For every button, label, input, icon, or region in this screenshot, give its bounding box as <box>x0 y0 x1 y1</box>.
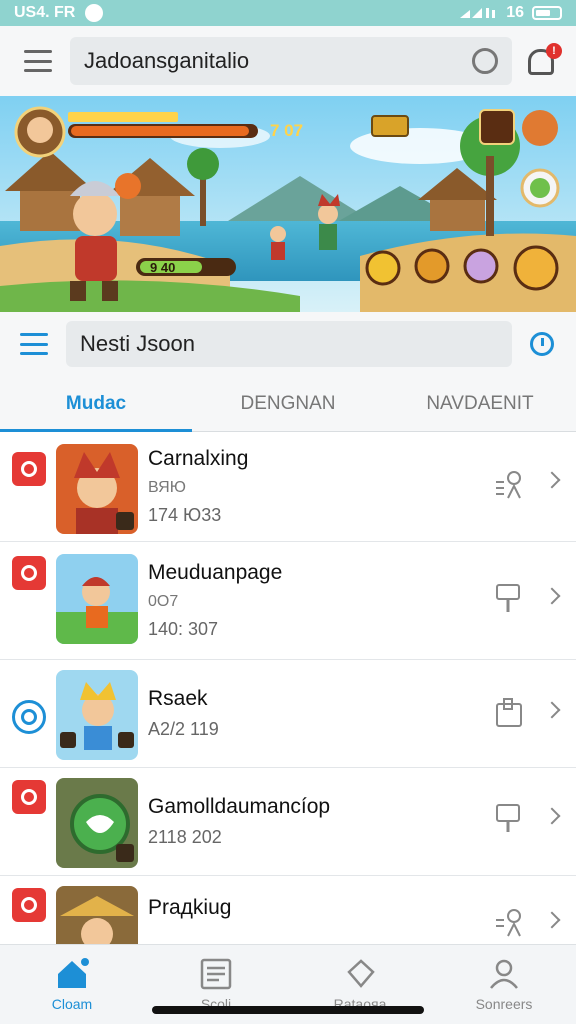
list-item-title: Gamolldaumancíop <box>148 795 331 818</box>
home-icon <box>58 957 89 988</box>
game-list: Carnalxing ВЯЮ 174 Ю33 Meuduanpage 0О7 1… <box>0 432 576 944</box>
paint-roller-icon[interactable] <box>494 582 524 616</box>
chevron-right-icon <box>543 587 561 605</box>
game-banner[interactable]: 7 07 9 40 <box>0 96 576 312</box>
secondary-search-input[interactable]: Nesti Jsoon <box>66 321 512 367</box>
signal-icon <box>460 8 496 18</box>
list-item-title: Carnalxing <box>148 447 249 470</box>
nav-sonreers[interactable]: Sonreers <box>432 945 576 1024</box>
list-item-title: Praдkiug <box>148 896 232 919</box>
tab-navdaenit[interactable]: NAVDAENIT <box>384 376 576 431</box>
list-item-number: A2/2 119 <box>148 719 219 739</box>
list-item[interactable]: Gamolldaumancíop 2118 202 <box>0 768 576 876</box>
clock-icon[interactable] <box>530 332 554 356</box>
user-action-icon[interactable] <box>494 906 524 940</box>
game-scene-illustration: 7 07 9 40 <box>0 96 576 312</box>
list-item-text: Gamolldaumancíop 2118 202 <box>148 768 330 875</box>
list-item-title: Meuduanpage <box>148 561 283 584</box>
game-thumbnail <box>56 444 138 534</box>
list-icon[interactable] <box>20 333 48 355</box>
chevron-right-icon <box>543 807 561 825</box>
hp-text: 9 40 <box>150 260 175 275</box>
list-item[interactable]: Praдkiug <box>0 876 576 944</box>
list-item-text: Carnalxing ВЯЮ 174 Ю33 <box>148 432 248 541</box>
list-item-title: Rsaek <box>148 687 208 710</box>
clipboard-icon[interactable] <box>494 696 524 730</box>
battery-icon <box>532 6 562 20</box>
list-item[interactable]: Carnalxing ВЯЮ 174 Ю33 <box>0 432 576 542</box>
list-item-text: Rsaek A2/2 119 <box>148 660 219 767</box>
notification-dot-icon <box>85 4 104 22</box>
red-badge-icon <box>12 452 46 486</box>
tab-dengnan[interactable]: DENGNAN <box>192 376 384 431</box>
tab-bar: Mudac DENGNAN NAVDAENIT <box>0 376 576 432</box>
nav-home[interactable]: Cloam <box>0 945 144 1024</box>
search-icon[interactable] <box>472 48 498 74</box>
document-icon <box>200 958 232 989</box>
secondary-search-bar: Nesti Jsoon <box>0 312 576 376</box>
status-bar-text: US4. FR <box>14 4 76 21</box>
secondary-search-value: Nesti Jsoon <box>80 331 195 356</box>
list-item-number: 2118 202 <box>148 827 222 847</box>
chevron-right-icon <box>543 701 561 719</box>
game-thumbnail <box>56 886 138 944</box>
list-item[interactable]: Rsaek A2/2 119 <box>0 660 576 768</box>
status-bar: US4. FR 16 <box>0 0 576 26</box>
blue-badge-icon <box>12 700 46 734</box>
player-level-text: 7 07 <box>270 121 303 140</box>
game-thumbnail <box>56 778 138 868</box>
list-item-text: Meuduanpage 0О7 140: 307 <box>148 542 282 659</box>
game-thumbnail <box>56 670 138 760</box>
profile-icon <box>490 959 518 989</box>
red-badge-icon <box>12 888 46 922</box>
chevron-right-icon <box>543 471 561 489</box>
tab-mudac[interactable]: Mudac <box>0 376 192 432</box>
app-bar: Jadoansganitalio ! <box>0 26 576 96</box>
notification-badge: ! <box>546 43 562 59</box>
user-action-icon[interactable] <box>494 468 524 502</box>
app-title: Jadoansganitalio <box>84 48 250 73</box>
chevron-right-icon <box>543 911 561 929</box>
nav-sonreers-label: Sonreers <box>475 995 533 1012</box>
list-item-subtitle: ВЯЮ <box>148 479 186 496</box>
list-item-text: Praдkiug <box>148 876 231 944</box>
menu-icon[interactable] <box>24 50 52 72</box>
list-item-subtitle: 0О7 <box>148 593 179 610</box>
notification-button[interactable]: ! <box>528 43 562 77</box>
list-item-number: 140: 307 <box>148 619 219 639</box>
status-bar-time: 16 <box>506 4 524 21</box>
app-search-field[interactable]: Jadoansganitalio <box>70 37 512 85</box>
paint-roller-icon[interactable] <box>494 802 524 836</box>
nav-home-label: Cloam <box>51 995 93 1012</box>
red-badge-icon <box>12 780 46 814</box>
red-badge-icon <box>12 556 46 590</box>
list-item-number: 174 Ю33 <box>148 505 222 525</box>
tag-icon <box>347 958 375 988</box>
list-item[interactable]: Meuduanpage 0О7 140: 307 <box>0 542 576 660</box>
game-thumbnail <box>56 554 138 644</box>
home-indicator[interactable] <box>152 1006 424 1014</box>
